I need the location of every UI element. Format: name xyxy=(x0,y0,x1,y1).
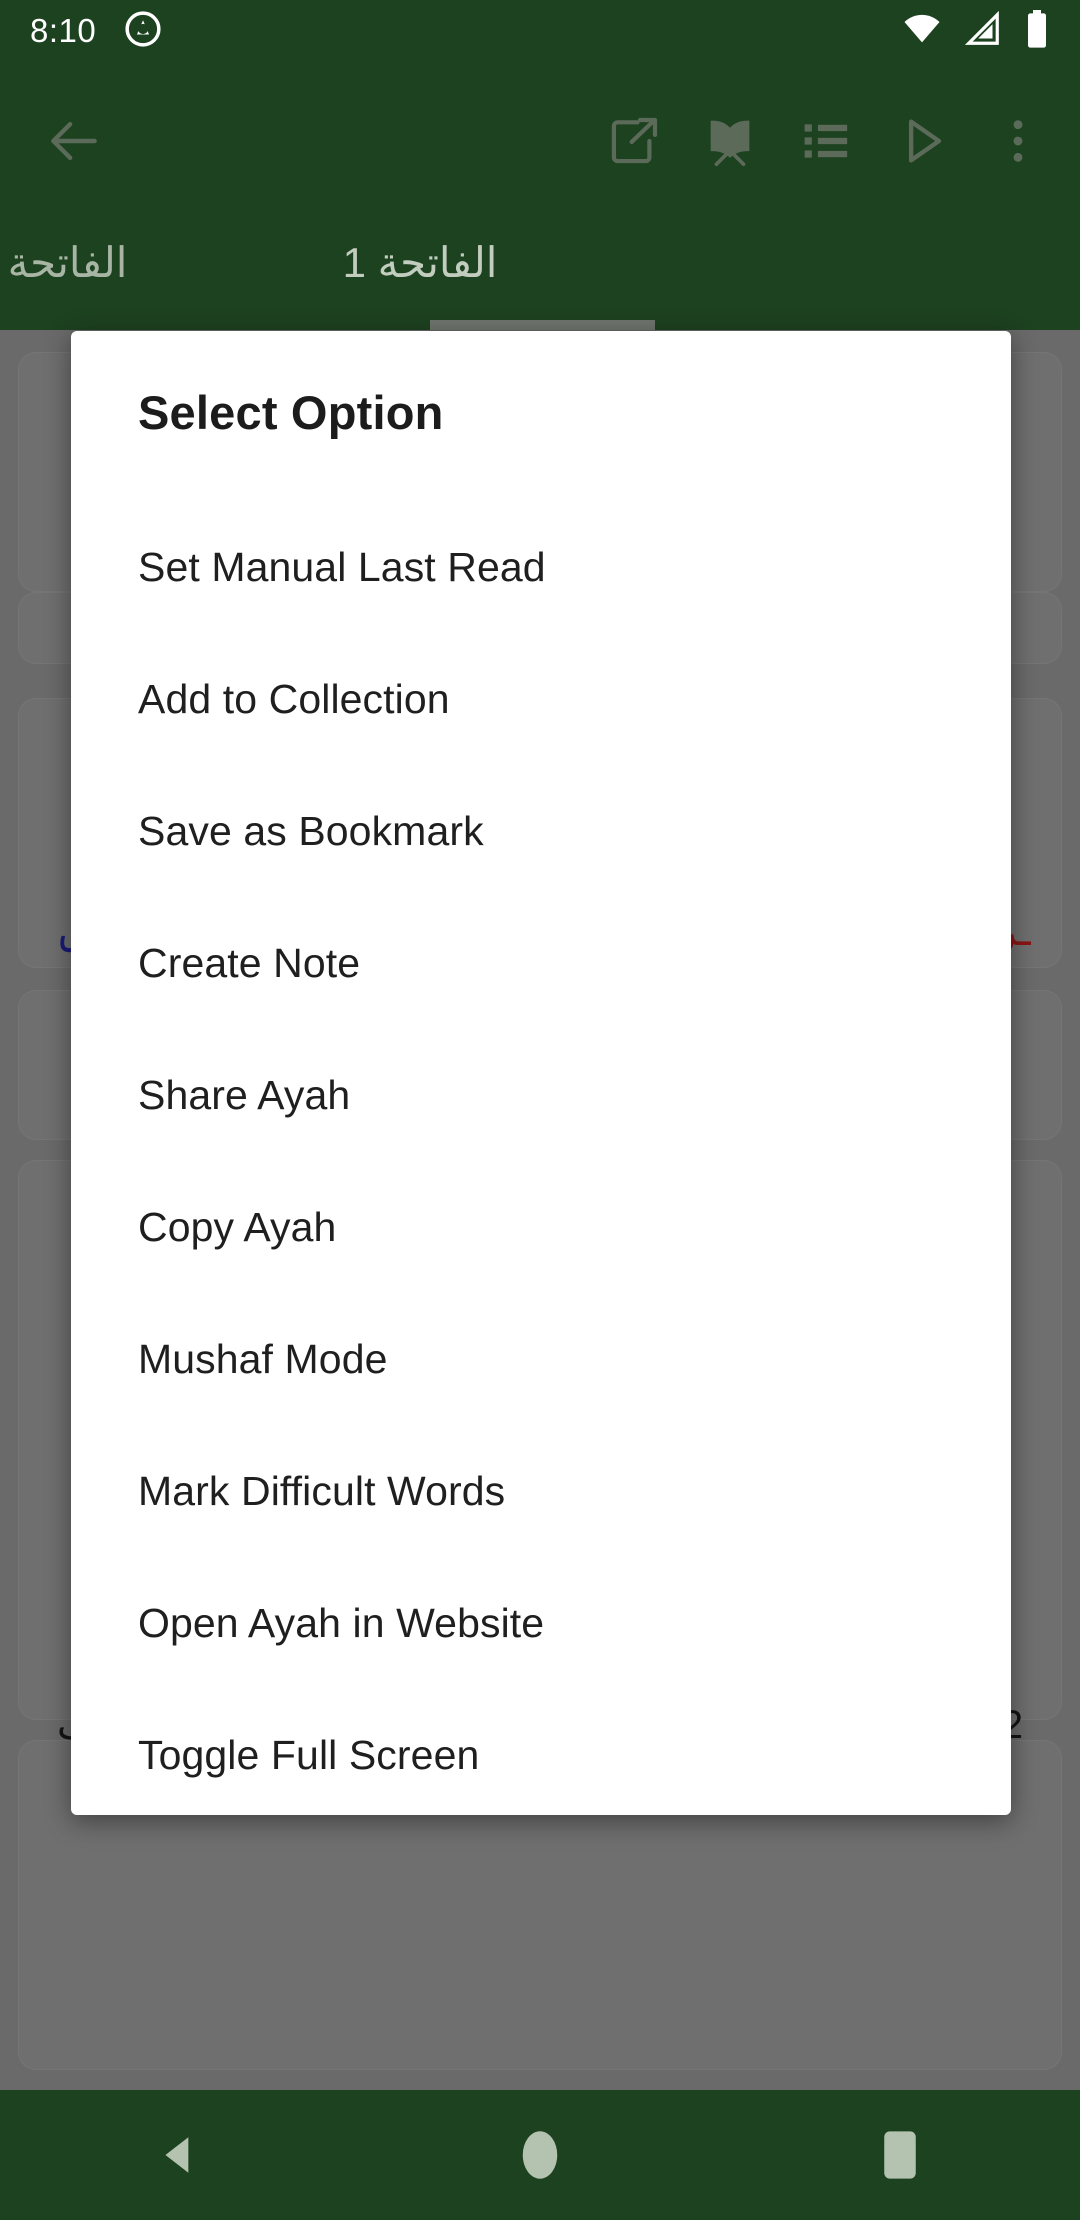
cellular-signal-icon xyxy=(964,10,1002,53)
app-notification-icon xyxy=(124,10,162,53)
play-icon[interactable] xyxy=(874,93,970,189)
tab-surah-1[interactable]: الفاتحة 1 xyxy=(230,220,610,330)
wifi-icon xyxy=(902,9,942,54)
dialog-item-create-note[interactable]: Create Note xyxy=(71,897,1011,1029)
dialog-item-add-to-collection[interactable]: Add to Collection xyxy=(71,633,1011,765)
tab-selection-indicator xyxy=(430,320,655,330)
nav-recents-icon[interactable] xyxy=(720,2128,1080,2182)
toolbar-actions xyxy=(586,93,1080,189)
dialog-item-mushaf-mode[interactable]: Mushaf Mode xyxy=(71,1293,1011,1425)
select-option-dialog: Select Option Set Manual Last Read Add t… xyxy=(71,331,1011,1815)
dialog-item-open-ayah-in-website[interactable]: Open Ayah in Website xyxy=(71,1557,1011,1689)
surah-tab-bar: الفاتحة 2 الفاتحة 1 xyxy=(0,220,1080,330)
phone-screen: ٱلْ ـرِ اور سورۃ قرآن کا ایک اور حصہ ہے۔… xyxy=(0,0,1080,2220)
dialog-item-save-as-bookmark[interactable]: Save as Bookmark xyxy=(71,765,1011,897)
dialog-title: Select Option xyxy=(138,386,444,439)
battery-icon xyxy=(1024,9,1050,54)
dialog-item-toggle-full-screen[interactable]: Toggle Full Screen xyxy=(71,1689,1011,1815)
android-navigation-bar xyxy=(0,2090,1080,2220)
share-icon[interactable] xyxy=(586,93,682,189)
dialog-item-mark-difficult-words[interactable]: Mark Difficult Words xyxy=(71,1425,1011,1557)
back-arrow-icon[interactable] xyxy=(26,93,122,189)
list-icon[interactable] xyxy=(778,93,874,189)
status-clock: 8:10 xyxy=(30,12,97,49)
dialog-option-list: Set Manual Last Read Add to Collection S… xyxy=(71,501,1011,1815)
nav-back-icon[interactable] xyxy=(0,2130,360,2180)
nav-home-icon[interactable] xyxy=(360,2127,720,2183)
status-system-icons xyxy=(902,9,1050,54)
dialog-item-copy-ayah[interactable]: Copy Ayah xyxy=(71,1161,1011,1293)
dialog-item-set-manual-last-read[interactable]: Set Manual Last Read xyxy=(71,501,1011,633)
overflow-menu-icon[interactable] xyxy=(970,93,1066,189)
app-toolbar xyxy=(0,62,1080,220)
status-bar: 8:10 xyxy=(0,0,1080,62)
quran-book-icon[interactable] xyxy=(682,93,778,189)
tab-surah-2[interactable]: الفاتحة 2 xyxy=(0,220,220,330)
dialog-item-share-ayah[interactable]: Share Ayah xyxy=(71,1029,1011,1161)
status-notification-icons xyxy=(124,10,162,53)
